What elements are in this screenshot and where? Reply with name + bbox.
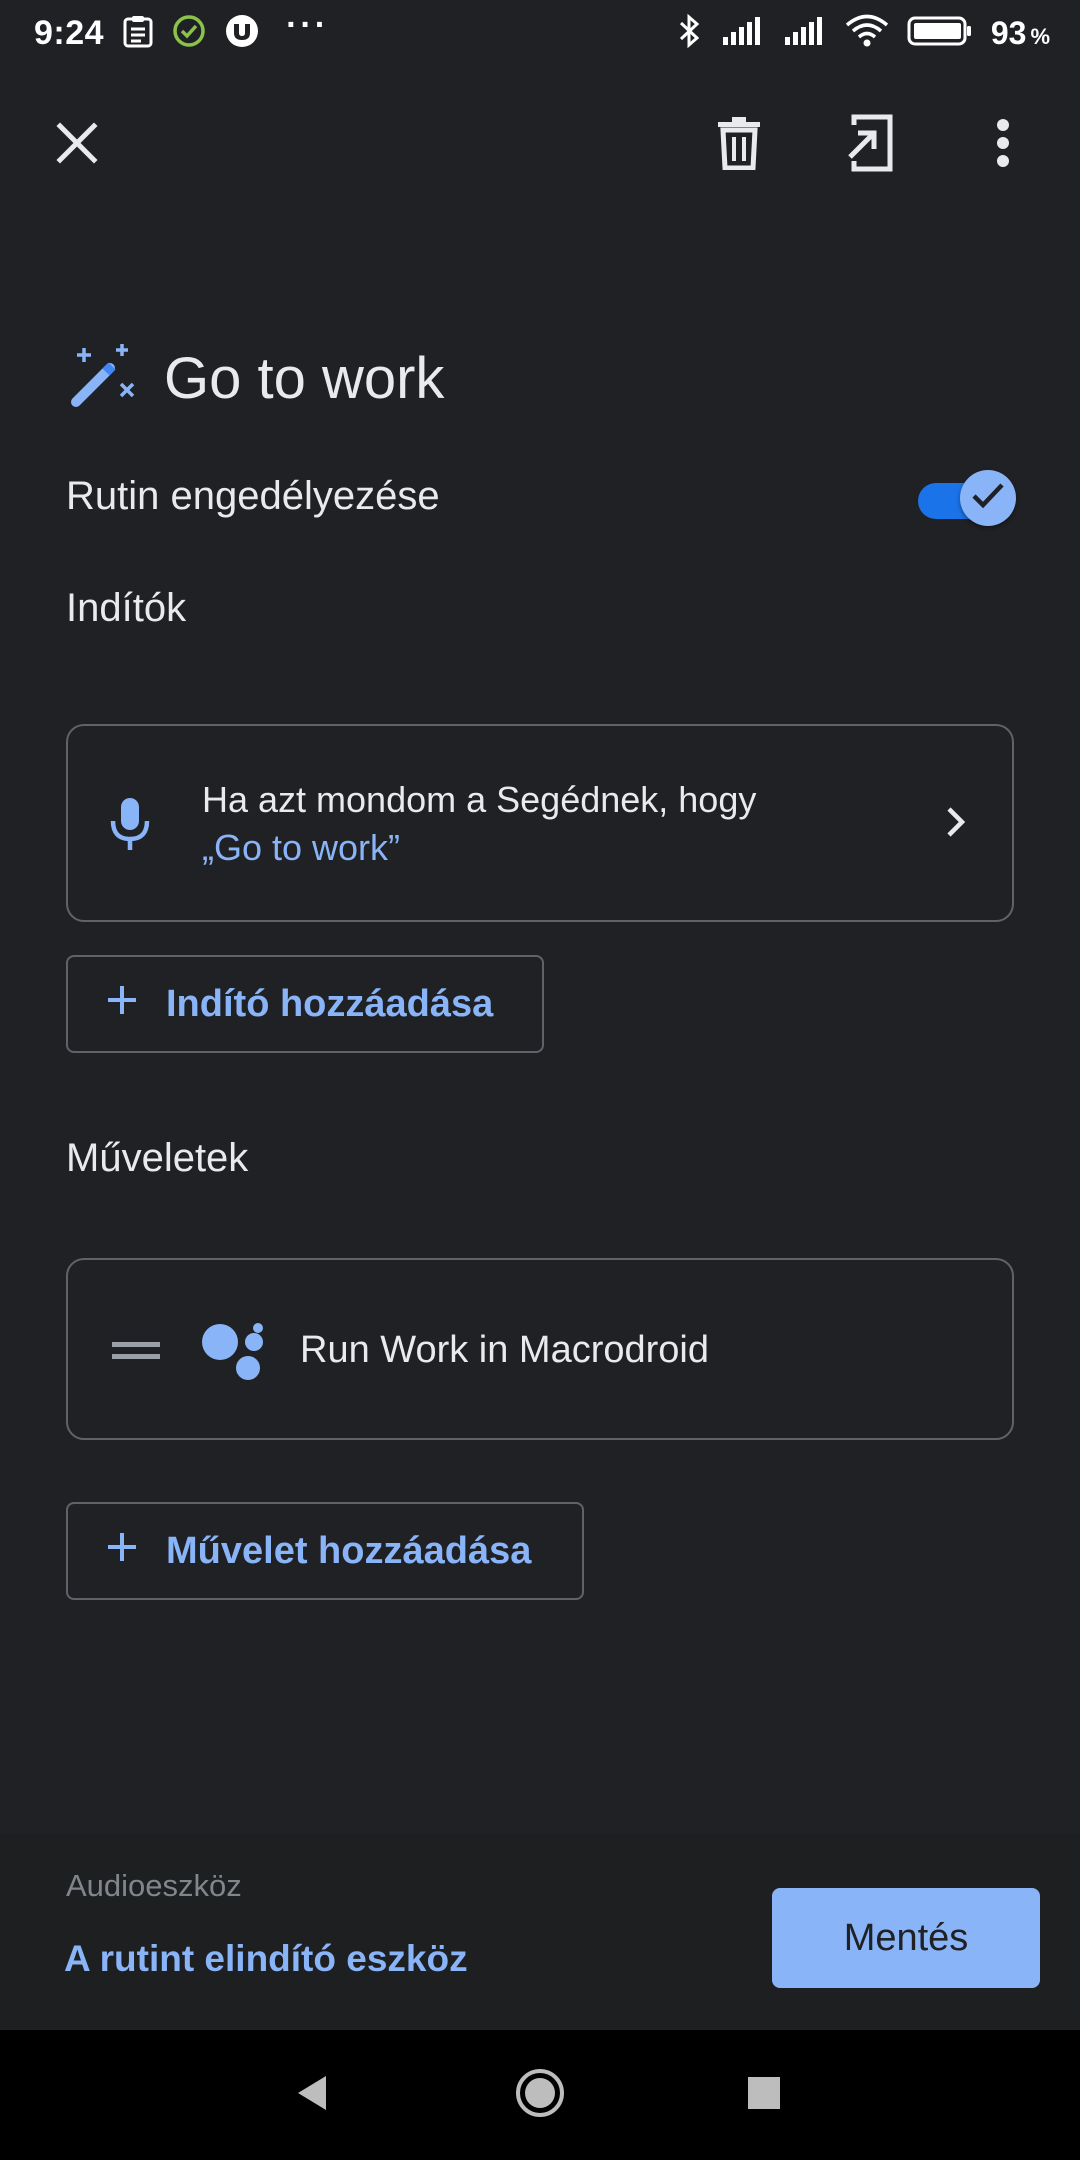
starter-description: Ha azt mondom a Segédnek, hogy xyxy=(202,779,757,820)
check-circle-icon xyxy=(172,14,206,53)
recents-square-icon xyxy=(746,2075,782,2116)
clipboard-icon xyxy=(122,14,154,53)
add-action-button[interactable]: Művelet hozzáadása xyxy=(66,1502,584,1600)
starter-text: Ha azt mondom a Segédnek, hogy „Go to wo… xyxy=(202,776,756,872)
plus-icon xyxy=(106,983,138,1026)
toggle-thumb xyxy=(960,470,1016,526)
more-options-button[interactable] xyxy=(958,100,1048,190)
delete-icon xyxy=(716,116,762,175)
check-icon xyxy=(971,481,1005,516)
shortcut-icon xyxy=(846,113,896,178)
close-icon xyxy=(55,121,99,170)
enable-routine-toggle[interactable] xyxy=(916,466,1016,526)
utorrent-icon xyxy=(224,13,260,54)
enable-routine-row[interactable]: Rutin engedélyezése xyxy=(66,460,1016,532)
google-assistant-icon xyxy=(200,1322,266,1389)
wifi-icon xyxy=(845,14,889,53)
delete-button[interactable] xyxy=(694,100,784,190)
nav-home-button[interactable] xyxy=(500,2055,580,2135)
battery-percent-value: 93 xyxy=(990,14,1027,51)
more-vert-icon xyxy=(996,118,1010,173)
status-right: 93% xyxy=(677,13,1050,54)
audio-device-label: Audioeszköz xyxy=(66,1868,242,1903)
actions-section-title: Műveletek xyxy=(66,1136,249,1180)
back-triangle-icon xyxy=(294,2073,330,2118)
action-label: Run Work in Macrodroid xyxy=(300,1329,710,1371)
bottom-bar: Audioeszköz A rutint elindító eszköz Men… xyxy=(0,1834,1080,2030)
status-time: 9:24 xyxy=(34,13,105,52)
nav-back-button[interactable] xyxy=(272,2055,352,2135)
starter-phrase: „Go to work” xyxy=(202,827,401,868)
routine-title-row: Go to work xyxy=(66,340,444,417)
add-starter-label: Indító hozzáadása xyxy=(166,982,494,1025)
starter-card[interactable]: Ha azt mondom a Segédnek, hogy „Go to wo… xyxy=(66,724,1014,922)
plus-icon xyxy=(106,1530,138,1573)
nav-recents-button[interactable] xyxy=(724,2055,804,2135)
close-button[interactable] xyxy=(32,100,122,190)
routine-editor-screen: 9:24 ··· 93 % Go to work Rutin engedélye… xyxy=(0,0,1080,2160)
battery-icon xyxy=(907,15,973,52)
signal-icon xyxy=(721,15,765,52)
status-overflow-dots: ··· xyxy=(286,5,330,44)
battery-percent-unit: % xyxy=(1030,23,1050,49)
signal-icon-2 xyxy=(783,15,827,52)
chevron-right-icon xyxy=(944,804,968,845)
enable-routine-label: Rutin engedélyezése xyxy=(66,473,440,518)
battery-percent: 93% xyxy=(991,15,1050,52)
shortcut-button[interactable] xyxy=(826,100,916,190)
action-card[interactable]: Run Work in Macrodroid xyxy=(66,1258,1014,1440)
status-left: 9:24 ··· xyxy=(34,6,329,54)
starters-section-title: Indítók xyxy=(66,586,187,630)
drag-handle-icon[interactable] xyxy=(112,1340,160,1367)
add-starter-button[interactable]: Indító hozzáadása xyxy=(66,955,544,1053)
mic-icon xyxy=(110,796,150,857)
system-nav-bar xyxy=(0,2030,1080,2160)
bluetooth-icon xyxy=(677,13,703,54)
app-bar xyxy=(0,100,1080,190)
status-bar: 9:24 ··· 93 % xyxy=(0,0,1080,66)
home-circle-icon xyxy=(514,2067,566,2124)
magic-wand-icon xyxy=(66,340,138,417)
starting-device-link[interactable]: A rutint elindító eszköz xyxy=(64,1938,468,1980)
add-action-label: Művelet hozzáadása xyxy=(166,1529,532,1572)
routine-title[interactable]: Go to work xyxy=(164,345,444,412)
save-button[interactable]: Mentés xyxy=(772,1888,1040,1988)
